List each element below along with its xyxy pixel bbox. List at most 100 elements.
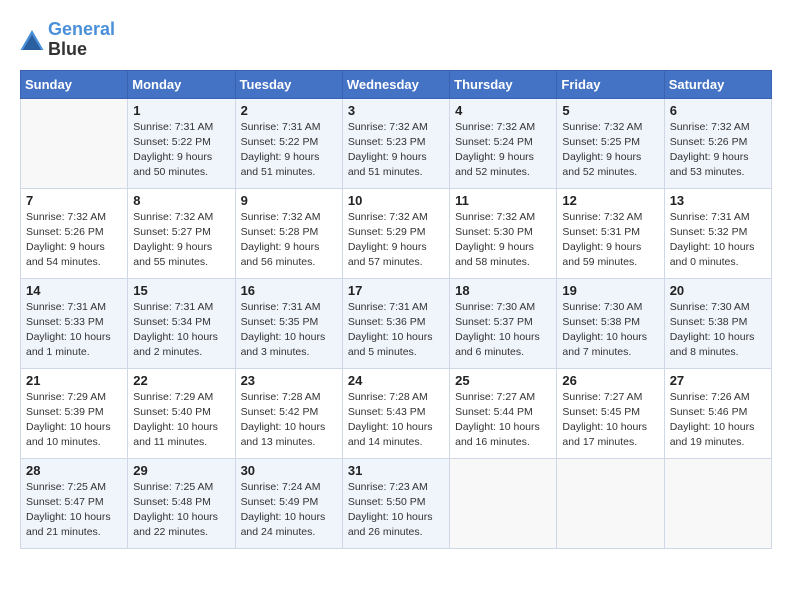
day-number: 6 <box>670 103 766 118</box>
calendar-cell: 20Sunrise: 7:30 AM Sunset: 5:38 PM Dayli… <box>664 278 771 368</box>
calendar-cell <box>21 98 128 188</box>
day-number: 20 <box>670 283 766 298</box>
day-number: 9 <box>241 193 337 208</box>
calendar-cell: 10Sunrise: 7:32 AM Sunset: 5:29 PM Dayli… <box>342 188 449 278</box>
calendar-cell: 8 Sunrise: 7:32 AM Sunset: 5:27 PM Daylig… <box>128 188 235 278</box>
day-info: Sunrise: 7:31 AM Sunset: 5:33 PM Dayligh… <box>26 300 122 361</box>
day-info: Sunrise: 7:29 AM Sunset: 5:40 PM Dayligh… <box>133 390 229 451</box>
day-info: Sunrise: 7:24 AM Sunset: 5:49 PM Dayligh… <box>241 480 337 541</box>
calendar-cell: 27 Sunrise: 7:26 AM Sunset: 5:46 PM Dayli… <box>664 368 771 458</box>
header-row: SundayMondayTuesdayWednesdayThursdayFrid… <box>21 70 772 98</box>
day-info: Sunrise: 7:32 AM Sunset: 5:30 PM Dayligh… <box>455 210 551 271</box>
calendar-cell: 4 Sunrise: 7:32 AM Sunset: 5:24 PM Daylig… <box>450 98 557 188</box>
day-info: Sunrise: 7:26 AM Sunset: 5:46 PM Dayligh… <box>670 390 766 451</box>
logo: General Blue <box>20 20 115 60</box>
header-cell-sunday: Sunday <box>21 70 128 98</box>
calendar-cell: 1 Sunrise: 7:31 AM Sunset: 5:22 PM Daylig… <box>128 98 235 188</box>
day-info: Sunrise: 7:25 AM Sunset: 5:48 PM Dayligh… <box>133 480 229 541</box>
logo-text: General Blue <box>48 20 115 60</box>
calendar-body: 1 Sunrise: 7:31 AM Sunset: 5:22 PM Daylig… <box>21 98 772 548</box>
day-number: 27 <box>670 373 766 388</box>
day-info: Sunrise: 7:31 AM Sunset: 5:32 PM Dayligh… <box>670 210 766 271</box>
calendar-cell: 21 Sunrise: 7:29 AM Sunset: 5:39 PM Dayli… <box>21 368 128 458</box>
header-cell-wednesday: Wednesday <box>342 70 449 98</box>
calendar-cell: 28 Sunrise: 7:25 AM Sunset: 5:47 PM Dayli… <box>21 458 128 548</box>
day-number: 16 <box>241 283 337 298</box>
calendar-cell: 16 Sunrise: 7:31 AM Sunset: 5:35 PM Dayli… <box>235 278 342 368</box>
calendar-cell: 17 Sunrise: 7:31 AM Sunset: 5:36 PM Dayli… <box>342 278 449 368</box>
calendar-cell: 24 Sunrise: 7:28 AM Sunset: 5:43 PM Dayli… <box>342 368 449 458</box>
day-info: Sunrise: 7:31 AM Sunset: 5:22 PM Dayligh… <box>133 120 229 181</box>
calendar-cell: 5 Sunrise: 7:32 AM Sunset: 5:25 PM Daylig… <box>557 98 664 188</box>
day-info: Sunrise: 7:31 AM Sunset: 5:34 PM Dayligh… <box>133 300 229 361</box>
calendar-cell: 9 Sunrise: 7:32 AM Sunset: 5:28 PM Daylig… <box>235 188 342 278</box>
calendar-cell: 25Sunrise: 7:27 AM Sunset: 5:44 PM Dayli… <box>450 368 557 458</box>
calendar-cell: 2Sunrise: 7:31 AM Sunset: 5:22 PM Daylig… <box>235 98 342 188</box>
calendar-table: SundayMondayTuesdayWednesdayThursdayFrid… <box>20 70 772 549</box>
day-number: 8 <box>133 193 229 208</box>
day-info: Sunrise: 7:31 AM Sunset: 5:22 PM Dayligh… <box>241 120 337 181</box>
day-number: 26 <box>562 373 658 388</box>
header-cell-saturday: Saturday <box>664 70 771 98</box>
day-number: 24 <box>348 373 444 388</box>
day-number: 21 <box>26 373 122 388</box>
calendar-cell: 12Sunrise: 7:32 AM Sunset: 5:31 PM Dayli… <box>557 188 664 278</box>
day-info: Sunrise: 7:23 AM Sunset: 5:50 PM Dayligh… <box>348 480 444 541</box>
day-number: 22 <box>133 373 229 388</box>
calendar-cell <box>450 458 557 548</box>
calendar-week-5: 28 Sunrise: 7:25 AM Sunset: 5:47 PM Dayli… <box>21 458 772 548</box>
day-number: 14 <box>26 283 122 298</box>
day-info: Sunrise: 7:27 AM Sunset: 5:44 PM Dayligh… <box>455 390 551 451</box>
day-number: 19 <box>562 283 658 298</box>
day-info: Sunrise: 7:31 AM Sunset: 5:36 PM Dayligh… <box>348 300 444 361</box>
day-info: Sunrise: 7:32 AM Sunset: 5:25 PM Dayligh… <box>562 120 658 181</box>
day-number: 15 <box>133 283 229 298</box>
calendar-cell: 29 Sunrise: 7:25 AM Sunset: 5:48 PM Dayli… <box>128 458 235 548</box>
day-number: 17 <box>348 283 444 298</box>
calendar-week-1: 1 Sunrise: 7:31 AM Sunset: 5:22 PM Daylig… <box>21 98 772 188</box>
day-number: 13 <box>670 193 766 208</box>
calendar-cell: 30Sunrise: 7:24 AM Sunset: 5:49 PM Dayli… <box>235 458 342 548</box>
day-info: Sunrise: 7:32 AM Sunset: 5:24 PM Dayligh… <box>455 120 551 181</box>
calendar-cell: 15 Sunrise: 7:31 AM Sunset: 5:34 PM Dayli… <box>128 278 235 368</box>
calendar-cell: 18 Sunrise: 7:30 AM Sunset: 5:37 PM Dayli… <box>450 278 557 368</box>
day-number: 29 <box>133 463 229 478</box>
header-cell-thursday: Thursday <box>450 70 557 98</box>
day-info: Sunrise: 7:27 AM Sunset: 5:45 PM Dayligh… <box>562 390 658 451</box>
day-info: Sunrise: 7:30 AM Sunset: 5:37 PM Dayligh… <box>455 300 551 361</box>
calendar-cell: 23Sunrise: 7:28 AM Sunset: 5:42 PM Dayli… <box>235 368 342 458</box>
page-header: General Blue <box>20 20 772 60</box>
day-info: Sunrise: 7:25 AM Sunset: 5:47 PM Dayligh… <box>26 480 122 541</box>
calendar-cell <box>557 458 664 548</box>
calendar-cell: 19 Sunrise: 7:30 AM Sunset: 5:38 PM Dayli… <box>557 278 664 368</box>
day-number: 1 <box>133 103 229 118</box>
calendar-cell: 13 Sunrise: 7:31 AM Sunset: 5:32 PM Dayli… <box>664 188 771 278</box>
calendar-cell: 7 Sunrise: 7:32 AM Sunset: 5:26 PM Daylig… <box>21 188 128 278</box>
day-number: 10 <box>348 193 444 208</box>
day-info: Sunrise: 7:29 AM Sunset: 5:39 PM Dayligh… <box>26 390 122 451</box>
day-info: Sunrise: 7:30 AM Sunset: 5:38 PM Dayligh… <box>562 300 658 361</box>
calendar-week-3: 14 Sunrise: 7:31 AM Sunset: 5:33 PM Dayli… <box>21 278 772 368</box>
day-number: 4 <box>455 103 551 118</box>
day-number: 18 <box>455 283 551 298</box>
day-info: Sunrise: 7:32 AM Sunset: 5:28 PM Dayligh… <box>241 210 337 271</box>
calendar-cell <box>664 458 771 548</box>
day-info: Sunrise: 7:32 AM Sunset: 5:27 PM Dayligh… <box>133 210 229 271</box>
calendar-cell: 26 Sunrise: 7:27 AM Sunset: 5:45 PM Dayli… <box>557 368 664 458</box>
day-info: Sunrise: 7:32 AM Sunset: 5:26 PM Dayligh… <box>26 210 122 271</box>
calendar-week-2: 7 Sunrise: 7:32 AM Sunset: 5:26 PM Daylig… <box>21 188 772 278</box>
calendar-cell: 22 Sunrise: 7:29 AM Sunset: 5:40 PM Dayli… <box>128 368 235 458</box>
day-number: 5 <box>562 103 658 118</box>
day-number: 11 <box>455 193 551 208</box>
day-number: 3 <box>348 103 444 118</box>
day-number: 28 <box>26 463 122 478</box>
calendar-cell: 3 Sunrise: 7:32 AM Sunset: 5:23 PM Daylig… <box>342 98 449 188</box>
calendar-header: SundayMondayTuesdayWednesdayThursdayFrid… <box>21 70 772 98</box>
day-info: Sunrise: 7:28 AM Sunset: 5:43 PM Dayligh… <box>348 390 444 451</box>
day-info: Sunrise: 7:31 AM Sunset: 5:35 PM Dayligh… <box>241 300 337 361</box>
header-cell-tuesday: Tuesday <box>235 70 342 98</box>
header-cell-monday: Monday <box>128 70 235 98</box>
day-number: 7 <box>26 193 122 208</box>
day-info: Sunrise: 7:32 AM Sunset: 5:26 PM Dayligh… <box>670 120 766 181</box>
day-info: Sunrise: 7:32 AM Sunset: 5:23 PM Dayligh… <box>348 120 444 181</box>
